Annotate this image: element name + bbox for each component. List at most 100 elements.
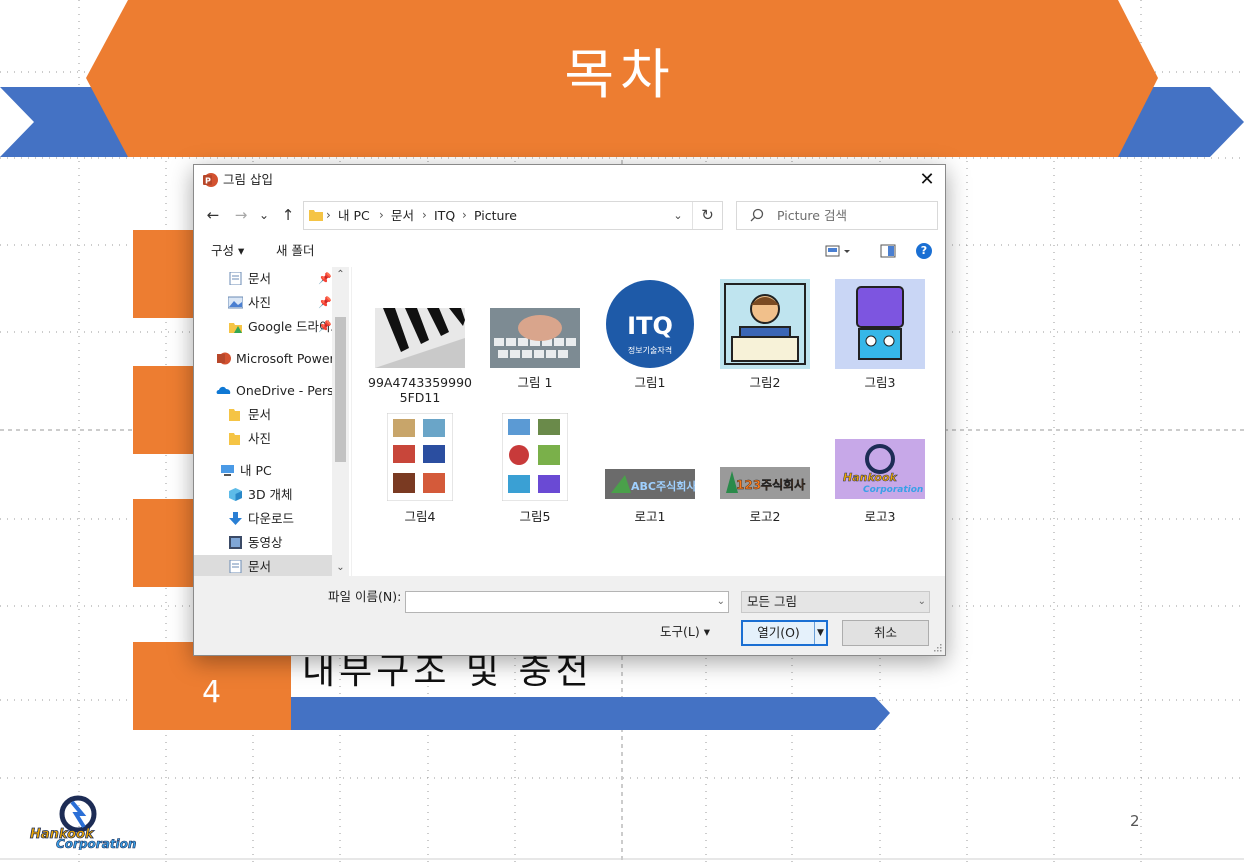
google-drive-icon <box>229 323 242 333</box>
nav-item-pictures-quick[interactable]: 사진 📌 <box>194 291 332 315</box>
refresh-icon: ↻ <box>701 206 714 224</box>
chevron-down-icon: ⌄ <box>917 596 926 607</box>
breadcrumb-picture[interactable]: Picture <box>474 202 517 229</box>
nav-item-documents-quick[interactable]: 문서 📌 <box>194 267 332 291</box>
nav-item-documents[interactable]: 문서 <box>194 555 332 576</box>
cancel-button[interactable]: 취소 <box>842 620 929 646</box>
nav-item-microsoft-powerpoint[interactable]: Microsoft PowerPoint <box>194 347 332 371</box>
scroll-down-icon[interactable]: ⌄ <box>332 560 349 576</box>
item4-text[interactable]: 내부구조 및 충전 <box>302 650 593 694</box>
folder-icon <box>309 210 323 221</box>
file-label: 그림1 <box>634 375 666 390</box>
new-folder-button[interactable]: 새 폴더 <box>276 235 314 267</box>
file-label: 로고2 <box>749 509 781 524</box>
help-icon[interactable]: ? <box>916 243 932 259</box>
itq-logo-thumbnail-icon: ITQ 정보기술자격 <box>606 280 694 368</box>
svg-text:P: P <box>205 177 211 186</box>
resize-grip-icon[interactable] <box>932 642 942 652</box>
back-button[interactable]: ← <box>202 203 224 227</box>
file-item-picture2[interactable]: 그림2 <box>710 273 820 403</box>
nav-item-onedrive[interactable]: OneDrive - Personal <box>194 379 332 403</box>
recent-locations-button[interactable]: ⌄ <box>256 203 272 227</box>
file-label: 99A47433599905FD11 <box>368 375 472 405</box>
breadcrumb-sep: › <box>462 208 467 222</box>
hankook-logo-thumbnail-icon: Hankook Corporation <box>835 439 925 499</box>
pin-icon: 📌 <box>318 320 332 333</box>
organize-button[interactable]: 구성 ▾ <box>211 235 244 267</box>
file-item-picture3[interactable]: 그림3 <box>825 273 935 403</box>
file-label: 로고1 <box>634 509 666 524</box>
chevron-down-icon[interactable]: ⌄ <box>717 592 725 612</box>
dialog-titlebar[interactable]: P 그림 삽입 ✕ <box>194 165 945 195</box>
nav-item-onedrive-documents[interactable]: 문서 <box>194 403 332 427</box>
address-dropdown-icon[interactable]: ⌄ <box>666 202 690 229</box>
file-label: 그림4 <box>404 509 436 524</box>
scroll-thumb[interactable] <box>335 317 346 462</box>
file-item-logo1[interactable]: ABC주식회사 로고1 <box>595 407 705 537</box>
search-box[interactable]: Picture 검색 <box>736 201 938 230</box>
refresh-button[interactable]: ↻ <box>692 202 722 229</box>
itq-logo-text: ITQ <box>627 312 673 340</box>
slide-title[interactable]: 목차 <box>440 40 800 110</box>
breadcrumb-sep: › <box>326 208 331 222</box>
file-type-value: 모든 그림 <box>747 594 797 609</box>
file-item-picture-1-space[interactable]: 그림 1 <box>480 273 590 403</box>
nav-item-3d-objects[interactable]: 3D 개체 <box>194 483 332 507</box>
file-item-picture5[interactable]: 그림5 <box>480 407 590 537</box>
breadcrumb-itq[interactable]: ITQ <box>434 202 455 229</box>
file-item-logo3[interactable]: Hankook Corporation 로고3 <box>825 407 935 537</box>
nav-scrollbar[interactable]: ⌃ ⌄ <box>332 267 349 576</box>
file-label: 그림 1 <box>517 375 553 390</box>
open-button-label: 열기(O) <box>757 625 800 640</box>
forward-button[interactable]: → <box>230 203 252 227</box>
open-dropdown-icon[interactable]: ▼ <box>814 622 826 644</box>
nav-item-google-drive[interactable]: Google 드라이브 📌 <box>194 315 332 339</box>
123-logo-text: 123주식회사 <box>736 477 805 492</box>
navigation-pane: 문서 📌 사진 📌 Google 드라이브 📌 Microsoft PowerP… <box>194 267 351 576</box>
dialog-footer: 파일 이름(N): ⌄ 모든 그림 ⌄ 도구(L) ▾ 열기(O) ▼ 취소 <box>194 576 945 655</box>
view-options-icon[interactable] <box>825 243 851 259</box>
search-icon <box>750 208 764 222</box>
open-button[interactable]: 열기(O) ▼ <box>741 620 828 646</box>
powerpoint-icon: P <box>203 173 218 187</box>
search-placeholder: Picture 검색 <box>777 208 847 223</box>
up-button[interactable]: ↑ <box>278 203 298 227</box>
document-icon <box>229 272 242 285</box>
file-label: 그림3 <box>864 375 896 390</box>
pin-icon: 📌 <box>318 296 332 309</box>
itq-logo-subtext: 정보기술자격 <box>628 345 672 355</box>
collage-thumbnail-icon <box>387 413 453 501</box>
file-item-picture1[interactable]: ITQ 정보기술자격 그림1 <box>595 273 705 403</box>
file-item-99a47433599905fd11[interactable]: 99A47433599905FD11 <box>365 273 475 405</box>
item4-number[interactable]: 4 <box>202 678 242 708</box>
abc-logo-text: ABC주식회사 <box>631 479 695 493</box>
close-button[interactable]: ✕ <box>912 167 942 193</box>
nav-item-my-pc[interactable]: 내 PC <box>194 459 332 483</box>
scroll-up-icon[interactable]: ⌃ <box>332 267 349 283</box>
breadcrumb-documents[interactable]: 문서 <box>391 202 414 229</box>
page-number: 2 <box>1130 812 1140 830</box>
pin-icon: 📌 <box>318 272 332 285</box>
breadcrumb-my-pc[interactable]: 내 PC <box>338 202 370 229</box>
picture-icon <box>228 296 243 309</box>
nav-item-downloads[interactable]: 다운로드 <box>194 507 332 531</box>
file-item-logo2[interactable]: 123주식회사 로고2 <box>710 407 820 537</box>
preview-pane-icon[interactable] <box>880 243 896 259</box>
powerpoint-icon <box>217 352 231 365</box>
nav-item-onedrive-pictures[interactable]: 사진 <box>194 427 332 451</box>
address-bar[interactable]: › 내 PC › 문서 › ITQ › Picture ⌄ ↻ <box>303 201 723 230</box>
filename-input[interactable]: ⌄ <box>405 591 729 613</box>
folder-icon <box>229 409 240 421</box>
tools-button[interactable]: 도구(L) ▾ <box>660 621 710 643</box>
video-icon <box>229 536 242 549</box>
file-type-select[interactable]: 모든 그림 ⌄ <box>741 591 930 613</box>
breadcrumb-sep: › <box>422 208 427 222</box>
file-label: 그림2 <box>749 375 781 390</box>
hankook-logo-subtext: Corporation <box>863 485 923 495</box>
123-logo-thumbnail-icon: 123주식회사 <box>720 467 810 499</box>
collage-thumbnail-icon <box>502 413 568 501</box>
keyboard-thumbnail-icon <box>490 308 580 368</box>
file-item-picture4[interactable]: 그림4 <box>365 407 475 537</box>
cube-icon <box>229 488 242 501</box>
nav-item-videos[interactable]: 동영상 <box>194 531 332 555</box>
